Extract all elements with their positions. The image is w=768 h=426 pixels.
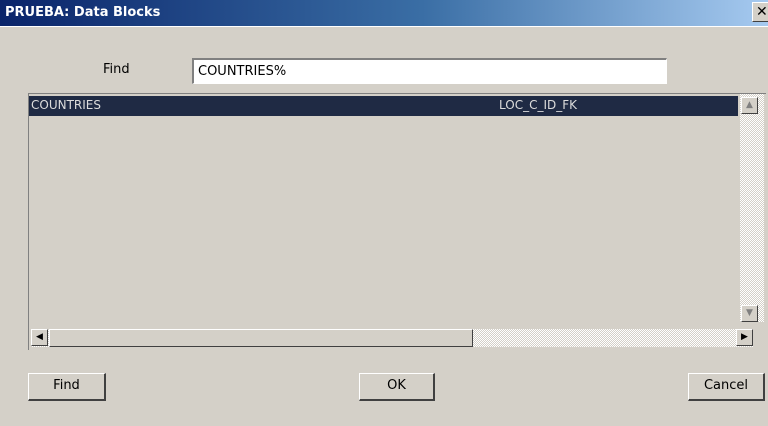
window-title: PRUEBA: Data Blocks: [5, 5, 161, 20]
horizontal-scrollbar[interactable]: ◀ ▶: [31, 329, 753, 347]
title-bar: PRUEBA: Data Blocks ✕: [0, 0, 768, 27]
find-input[interactable]: [192, 58, 667, 84]
arrow-left-icon: ◀: [36, 332, 43, 342]
results-grid: COUNTRIES LOC_C_ID_FK ▲ ▼ ◀ ▶: [28, 93, 767, 350]
arrow-up-icon: ▲: [746, 100, 753, 110]
find-button[interactable]: Find: [28, 373, 106, 401]
arrow-down-icon: ▼: [746, 308, 753, 318]
column-header-countries: COUNTRIES: [31, 98, 101, 112]
ok-button[interactable]: OK: [359, 373, 435, 401]
scroll-right-button[interactable]: ▶: [736, 329, 753, 346]
arrow-right-icon: ▶: [741, 332, 748, 342]
find-label: Find: [103, 62, 130, 77]
scroll-left-button[interactable]: ◀: [31, 329, 48, 346]
close-button[interactable]: ✕: [752, 2, 768, 22]
cancel-button[interactable]: Cancel: [688, 373, 765, 401]
horizontal-scroll-thumb[interactable]: [49, 329, 473, 347]
scroll-up-button[interactable]: ▲: [741, 97, 758, 114]
vertical-scrollbar[interactable]: ▲ ▼: [740, 94, 764, 322]
close-icon: ✕: [756, 4, 768, 20]
grid-header-row[interactable]: COUNTRIES LOC_C_ID_FK: [29, 96, 738, 116]
column-header-loc-c-id-fk: LOC_C_ID_FK: [499, 98, 578, 112]
scrollbar-corner: [755, 329, 767, 349]
scroll-down-button[interactable]: ▼: [741, 305, 758, 322]
